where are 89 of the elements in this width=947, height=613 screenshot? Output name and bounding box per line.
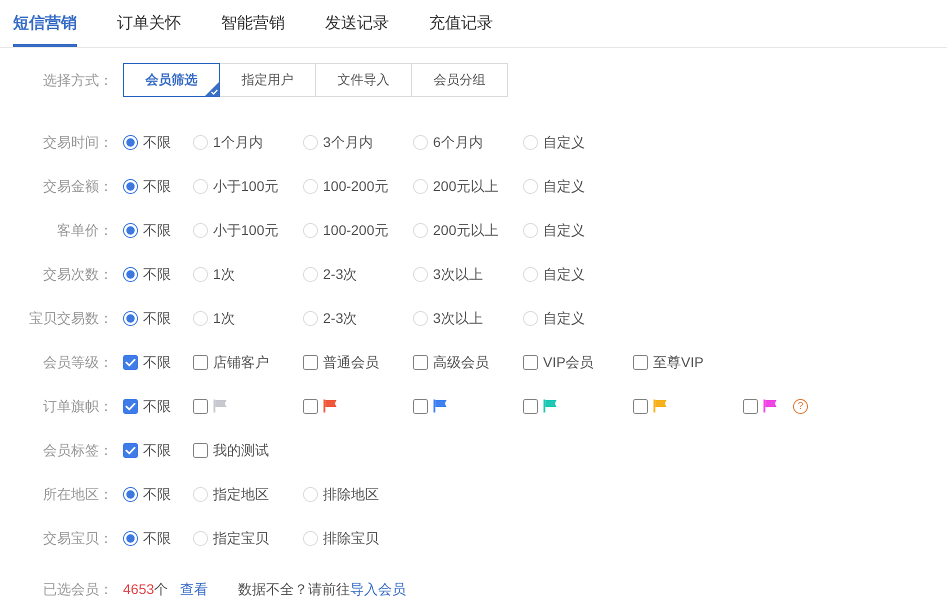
field-label: 交易时间： <box>42 132 113 152</box>
option-label: 我的测试 <box>213 440 269 460</box>
option-label: 不限 <box>143 264 171 284</box>
radio-button[interactable] <box>123 178 138 194</box>
radio-button[interactable] <box>123 486 138 502</box>
option-label: 2-3次 <box>323 264 358 284</box>
radio-button[interactable] <box>123 266 138 282</box>
mode-tab[interactable]: 指定用户 <box>219 63 316 97</box>
option-label: 不限 <box>143 440 171 460</box>
checkbox[interactable] <box>303 398 318 414</box>
import-members-link[interactable]: 导入会员 <box>350 580 406 596</box>
option-label: 3次以上 <box>433 264 483 284</box>
option-label: 100-200元 <box>323 220 388 240</box>
option-label: 不限 <box>143 308 171 328</box>
option-label: VIP会员 <box>543 352 594 372</box>
checkbox[interactable] <box>123 354 138 370</box>
field-label: 所在地区： <box>42 484 113 504</box>
option-label: 自定义 <box>543 308 585 328</box>
corner-check-icon <box>205 82 219 96</box>
checkbox[interactable] <box>193 354 208 370</box>
option-label: 不限 <box>143 396 171 416</box>
member-count: 4653 <box>123 580 154 598</box>
field-label: 订单旗帜： <box>42 396 113 416</box>
checkbox[interactable] <box>633 354 648 370</box>
field-label: 已选会员： <box>42 580 113 598</box>
option-label: 不限 <box>143 132 171 152</box>
option-label: 排除宝贝 <box>323 528 379 548</box>
option-label: 200元以上 <box>433 176 498 196</box>
incomplete-data-hint: 数据不全？请前往导入会员 <box>238 580 406 598</box>
option-label: 指定宝贝 <box>213 528 269 548</box>
radio-button[interactable] <box>123 530 138 546</box>
checkbox[interactable] <box>523 354 538 370</box>
option-label: 不限 <box>143 352 171 372</box>
option-label: 店铺客户 <box>213 352 269 372</box>
option-label: 至尊VIP <box>653 352 704 372</box>
field-label: 宝贝交易数： <box>28 308 113 328</box>
option-label: 1个月内 <box>213 132 263 152</box>
mode-tab[interactable]: 会员分组 <box>411 63 508 97</box>
option-label: 3次以上 <box>433 308 483 328</box>
option-label: 200元以上 <box>433 220 498 240</box>
field-label: 选择方式： <box>42 70 113 90</box>
view-link[interactable]: 查看 <box>180 578 208 600</box>
checkbox[interactable] <box>123 398 138 414</box>
option-label: 不限 <box>143 484 171 504</box>
tab[interactable]: 短信营销 <box>13 0 77 47</box>
option-label: 1次 <box>213 308 235 328</box>
field-label: 客单价： <box>56 220 113 240</box>
option-label: 普通会员 <box>323 352 379 372</box>
radio-button[interactable] <box>123 310 138 326</box>
checkbox[interactable] <box>743 398 758 414</box>
count-unit: 个 <box>154 580 168 598</box>
option-label: 高级会员 <box>433 352 489 372</box>
option-label: 不限 <box>143 528 171 548</box>
checkbox[interactable] <box>523 398 538 414</box>
checkbox[interactable] <box>193 442 208 458</box>
option-label: 100-200元 <box>323 176 388 196</box>
tab[interactable]: 充值记录 <box>429 0 493 47</box>
option-label: 指定地区 <box>213 484 269 504</box>
field-label: 交易宝贝： <box>42 528 113 548</box>
tab[interactable]: 发送记录 <box>325 0 389 47</box>
field-label: 会员标签： <box>42 440 113 460</box>
mode-tab[interactable]: 会员筛选 <box>123 63 220 97</box>
radio-button[interactable] <box>123 134 138 150</box>
option-label: 自定义 <box>543 264 585 284</box>
option-label: 3个月内 <box>323 132 373 152</box>
option-label: 自定义 <box>543 132 585 152</box>
checkbox[interactable] <box>193 398 208 414</box>
checkbox[interactable] <box>413 354 428 370</box>
option-label: 不限 <box>143 220 171 240</box>
field-label: 交易次数： <box>42 264 113 284</box>
option-label: 小于100元 <box>213 176 278 196</box>
tab[interactable]: 智能营销 <box>221 0 285 47</box>
field-label: 交易金额： <box>42 176 113 196</box>
checkbox[interactable] <box>633 398 648 414</box>
option-label: 自定义 <box>543 176 585 196</box>
option-label: 6个月内 <box>433 132 483 152</box>
tab[interactable]: 订单关怀 <box>117 0 181 47</box>
radio-button[interactable] <box>123 222 138 238</box>
field-label: 会员等级： <box>42 352 113 372</box>
option-label: 不限 <box>143 176 171 196</box>
option-label: 自定义 <box>543 220 585 240</box>
option-label: 1次 <box>213 264 235 284</box>
option-label: 2-3次 <box>323 308 358 328</box>
checkbox[interactable] <box>303 354 318 370</box>
mode-tab[interactable]: 文件导入 <box>315 63 412 97</box>
checkbox[interactable] <box>123 442 138 458</box>
option-label: 排除地区 <box>323 484 379 504</box>
checkbox[interactable] <box>413 398 428 414</box>
option-label: 小于100元 <box>213 220 278 240</box>
